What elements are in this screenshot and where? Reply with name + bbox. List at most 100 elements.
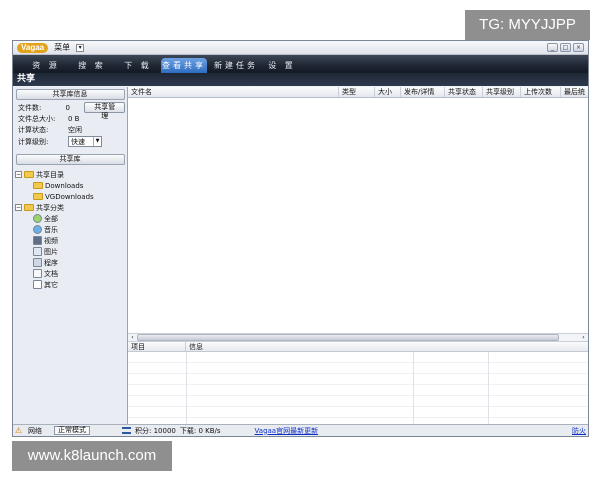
tree-label: VGDownloads <box>45 192 94 201</box>
main-nav: 资 源 搜 索 下 载 查看共享 新建任务 设 置 <box>13 55 588 73</box>
log-column-divider <box>413 352 414 424</box>
col-item[interactable]: 项目 <box>128 342 186 351</box>
tree-item-share-category[interactable]: − 共享分类 <box>15 202 125 213</box>
tree-item-other[interactable]: 其它 <box>15 279 125 290</box>
tree-label: 音乐 <box>44 225 58 234</box>
total-size-value: 0 B <box>68 114 80 123</box>
firewall-link[interactable]: 防火 <box>572 426 586 436</box>
share-tree: − 共享目录 Downloads VGDownloads − 共享分类 全部 音… <box>15 169 125 290</box>
menu-dropdown-icon[interactable]: ▾ <box>76 43 85 52</box>
network-label[interactable]: 网络 <box>28 426 42 436</box>
stats-icon <box>122 427 131 434</box>
video-icon <box>33 236 42 245</box>
document-icon <box>33 269 42 278</box>
collapse-icon[interactable]: − <box>15 204 22 211</box>
music-icon <box>33 225 42 234</box>
nav-download[interactable]: 下 载 <box>115 58 161 73</box>
scroll-left-icon[interactable]: ‹ <box>128 334 137 341</box>
tree-item-picture[interactable]: 图片 <box>15 246 125 257</box>
col-info[interactable]: 信息 <box>186 342 588 351</box>
status-bar: ⚠ 网络 正常模式 积分: 10000 下载: 0 KB/s Vagaa官网最新… <box>13 424 588 436</box>
tree-label: 视频 <box>44 236 58 245</box>
col-last[interactable]: 最后统 <box>561 87 588 97</box>
collapse-icon[interactable]: − <box>15 171 22 178</box>
download-speed: 下载: 0 KB/s <box>179 426 221 435</box>
nav-resources[interactable]: 资 源 <box>23 58 69 73</box>
program-icon <box>33 258 42 267</box>
tree-item-share-dir[interactable]: − 共享目录 <box>15 169 125 180</box>
tree-label: 其它 <box>44 280 58 289</box>
share-info-header[interactable]: 共享库信息 <box>15 89 125 100</box>
picture-icon <box>33 247 42 256</box>
menu-button[interactable]: 菜单 <box>54 42 70 53</box>
scroll-thumb[interactable] <box>137 334 559 341</box>
scroll-right-icon[interactable]: › <box>579 334 588 341</box>
log-column-divider <box>488 352 489 424</box>
tree-item-downloads[interactable]: Downloads <box>15 180 125 191</box>
file-list[interactable] <box>128 98 588 333</box>
minimize-button[interactable]: _ <box>547 43 558 52</box>
app-logo: Vagaa <box>17 42 49 53</box>
chevron-down-icon[interactable]: ▼ <box>93 137 101 146</box>
all-files-icon <box>33 214 42 223</box>
file-table-header: 文件名 类型 大小 发布/详情 共享状态 共享级别 上传次数 最后统 <box>128 87 588 98</box>
file-count-label: 文件数: <box>18 103 42 112</box>
tree-item-all[interactable]: 全部 <box>15 213 125 224</box>
update-link[interactable]: Vagaa官网最新更新 <box>255 426 319 436</box>
window-controls: _ □ × <box>547 43 584 52</box>
maximize-button[interactable]: □ <box>560 43 571 52</box>
share-library-header[interactable]: 共享库 <box>15 154 125 165</box>
calc-level-value: 快速 <box>71 137 85 146</box>
tree-item-program[interactable]: 程序 <box>15 257 125 268</box>
share-manage-button[interactable]: 共享管理 <box>84 102 126 120</box>
tree-label: 共享分类 <box>36 203 64 212</box>
col-share-status[interactable]: 共享状态 <box>445 87 483 97</box>
app-window: Vagaa 菜单 ▾ _ □ × 资 源 搜 索 下 载 查看共享 新建任务 设… <box>12 40 589 437</box>
watermark-site: www.k8launch.com <box>12 441 172 471</box>
warning-icon: ⚠ <box>15 425 23 435</box>
col-upload-count[interactable]: 上传次数 <box>521 87 561 97</box>
tree-item-vgdownloads[interactable]: VGDownloads <box>15 191 125 202</box>
section-title: 共享 <box>13 73 588 86</box>
tree-label: Downloads <box>45 181 84 190</box>
nav-view-share[interactable]: 查看共享 <box>161 58 207 73</box>
col-publish[interactable]: 发布/详情 <box>401 87 445 97</box>
folder-icon <box>33 193 43 200</box>
calc-level-select[interactable]: 快速 ▼ <box>68 136 102 147</box>
nav-settings[interactable]: 设 置 <box>259 58 305 73</box>
other-file-icon <box>33 280 42 289</box>
log-column-divider <box>186 352 187 424</box>
calc-level-label: 计算级别: <box>18 137 49 146</box>
col-share-level[interactable]: 共享级别 <box>483 87 521 97</box>
watermark-tag: TG: MYYJJPP <box>465 10 590 40</box>
tree-item-music[interactable]: 音乐 <box>15 224 125 235</box>
log-table-header: 项目 信息 <box>128 342 588 352</box>
tree-label: 共享目录 <box>36 170 64 179</box>
col-type[interactable]: 类型 <box>339 87 375 97</box>
sidebar: 共享库信息 文件数: 0 共享管理 文件总大小: 0 B 计算状态: 空闲 计算… <box>13 87 128 424</box>
tree-label: 程序 <box>44 258 58 267</box>
col-filename[interactable]: 文件名 <box>128 87 339 97</box>
tree-label: 图片 <box>44 247 58 256</box>
folder-icon <box>24 171 34 178</box>
total-size-row: 文件总大小: 0 B <box>15 113 125 124</box>
mode-button[interactable]: 正常模式 <box>54 426 90 435</box>
horizontal-scrollbar[interactable]: ‹ › <box>128 333 588 342</box>
tree-item-video[interactable]: 视频 <box>15 235 125 246</box>
col-size[interactable]: 大小 <box>375 87 401 97</box>
calc-level-row: 计算级别: 快速 ▼ <box>15 135 125 148</box>
tree-label: 全部 <box>44 214 58 223</box>
nav-search[interactable]: 搜 索 <box>69 58 115 73</box>
calc-status-row: 计算状态: 空闲 <box>15 124 125 135</box>
content-area: 共享库信息 文件数: 0 共享管理 文件总大小: 0 B 计算状态: 空闲 计算… <box>13 87 588 424</box>
tree-item-document[interactable]: 文档 <box>15 268 125 279</box>
log-list[interactable] <box>128 352 588 424</box>
file-count-row: 文件数: 0 共享管理 <box>15 102 126 120</box>
file-count-value: 0 <box>65 103 70 112</box>
score-text: 积分: 10000 <box>135 426 176 435</box>
close-button[interactable]: × <box>573 43 584 52</box>
nav-new-task[interactable]: 新建任务 <box>213 58 259 73</box>
total-size-label: 文件总大小: <box>18 114 56 123</box>
tree-label: 文档 <box>44 269 58 278</box>
calc-status-value: 空闲 <box>68 125 82 134</box>
